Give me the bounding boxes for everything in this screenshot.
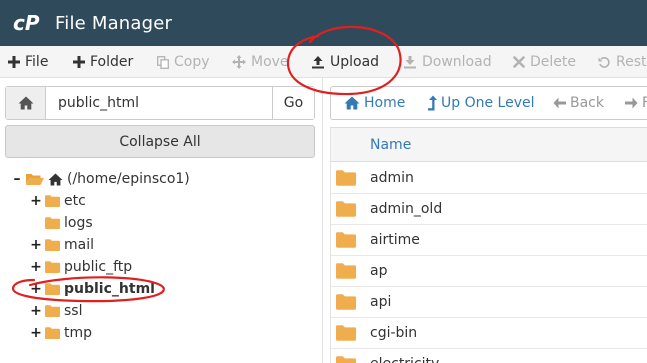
folder-icon bbox=[45, 195, 60, 207]
tree-item-tmp[interactable]: + tmp bbox=[30, 322, 92, 344]
new-folder-button[interactable]: Folder bbox=[73, 46, 133, 77]
folder-icon bbox=[336, 201, 356, 217]
navigation-bar: Home Up One Level Back F bbox=[330, 86, 647, 120]
cpanel-logo[interactable]: cP bbox=[13, 11, 45, 35]
folder-icon bbox=[45, 327, 60, 339]
pane-divider[interactable] bbox=[322, 78, 323, 363]
list-header: Name bbox=[331, 128, 647, 162]
name-column-header[interactable]: Name bbox=[370, 137, 411, 153]
tree-toggle[interactable]: + bbox=[30, 259, 42, 275]
arrow-left-icon bbox=[553, 97, 566, 109]
file-row[interactable]: electricity bbox=[331, 349, 647, 363]
collapse-all-button[interactable]: Collapse All bbox=[5, 125, 315, 158]
copy-icon bbox=[157, 55, 169, 69]
folder-icon bbox=[45, 239, 60, 251]
folder-icon bbox=[336, 356, 356, 363]
arrow-right-icon bbox=[625, 97, 638, 109]
folder-icon bbox=[45, 283, 60, 295]
file-row[interactable]: admin bbox=[331, 163, 647, 194]
download-button[interactable]: Download bbox=[403, 46, 492, 77]
tree-toggle[interactable]: + bbox=[30, 325, 42, 341]
home-icon bbox=[18, 96, 33, 110]
file-row[interactable]: cgi-bin bbox=[331, 318, 647, 349]
file-row[interactable]: ap bbox=[331, 256, 647, 287]
file-list: Name admin admin_old airtime ap api cgi-… bbox=[330, 127, 647, 363]
tree-item-etc[interactable]: + etc bbox=[30, 190, 86, 212]
up-one-level-button[interactable]: Up One Level bbox=[428, 87, 535, 119]
delete-icon bbox=[513, 56, 525, 68]
plus-icon bbox=[8, 56, 20, 68]
location-bar: Go bbox=[5, 86, 315, 120]
open-folder-icon bbox=[26, 174, 44, 185]
tree-item-public-html[interactable]: + public_html bbox=[30, 278, 155, 300]
file-row[interactable]: api bbox=[331, 287, 647, 318]
upload-button[interactable]: Upload bbox=[311, 46, 379, 77]
folder-icon bbox=[336, 294, 356, 310]
file-row[interactable]: airtime bbox=[331, 225, 647, 256]
restore-button[interactable]: Resto bbox=[598, 46, 647, 77]
level-up-icon bbox=[428, 95, 437, 111]
svg-text:cP: cP bbox=[13, 11, 40, 35]
tree-item-public-ftp[interactable]: + public_ftp bbox=[30, 256, 132, 278]
folder-icon bbox=[45, 261, 60, 273]
upload-icon bbox=[312, 56, 324, 69]
tree-toggle[interactable]: + bbox=[30, 237, 42, 253]
new-file-button[interactable]: File bbox=[8, 46, 48, 77]
home-icon bbox=[344, 96, 360, 110]
tree-toggle[interactable]: – bbox=[11, 171, 23, 187]
download-icon bbox=[404, 56, 416, 69]
tree-item-ssl[interactable]: + ssl bbox=[30, 300, 82, 322]
tree-item-logs[interactable]: logs bbox=[30, 212, 93, 234]
plus-icon bbox=[73, 56, 85, 68]
tree-toggle[interactable]: + bbox=[30, 193, 42, 209]
folder-icon bbox=[336, 263, 356, 279]
back-button[interactable]: Back bbox=[553, 87, 604, 119]
tree-toggle[interactable]: + bbox=[30, 303, 42, 319]
delete-button[interactable]: Delete bbox=[513, 46, 576, 77]
folder-icon bbox=[45, 305, 60, 317]
folder-icon bbox=[336, 325, 356, 341]
home-nav-button[interactable]: Home bbox=[344, 87, 405, 119]
forward-button[interactable]: F bbox=[625, 87, 647, 119]
move-icon bbox=[232, 55, 246, 69]
folder-icon bbox=[336, 170, 356, 186]
location-input[interactable] bbox=[46, 87, 272, 119]
file-row[interactable]: admin_old bbox=[331, 194, 647, 225]
move-button[interactable]: Move bbox=[232, 46, 289, 77]
copy-button[interactable]: Copy bbox=[157, 46, 210, 77]
location-home-button[interactable] bbox=[6, 87, 46, 119]
tree-item-mail[interactable]: + mail bbox=[30, 234, 94, 256]
app-header: cP File Manager bbox=[0, 0, 647, 46]
tree-root[interactable]: – (/home/epinsco1) bbox=[11, 168, 190, 190]
tree-toggle[interactable]: + bbox=[30, 281, 42, 297]
restore-icon bbox=[598, 56, 610, 68]
toolbar: File Folder Copy Move Upload Download De… bbox=[0, 46, 647, 78]
go-button[interactable]: Go bbox=[272, 87, 314, 119]
app-title: File Manager bbox=[55, 12, 173, 34]
home-icon bbox=[48, 172, 63, 186]
folder-icon bbox=[336, 232, 356, 248]
folder-icon bbox=[45, 217, 60, 229]
